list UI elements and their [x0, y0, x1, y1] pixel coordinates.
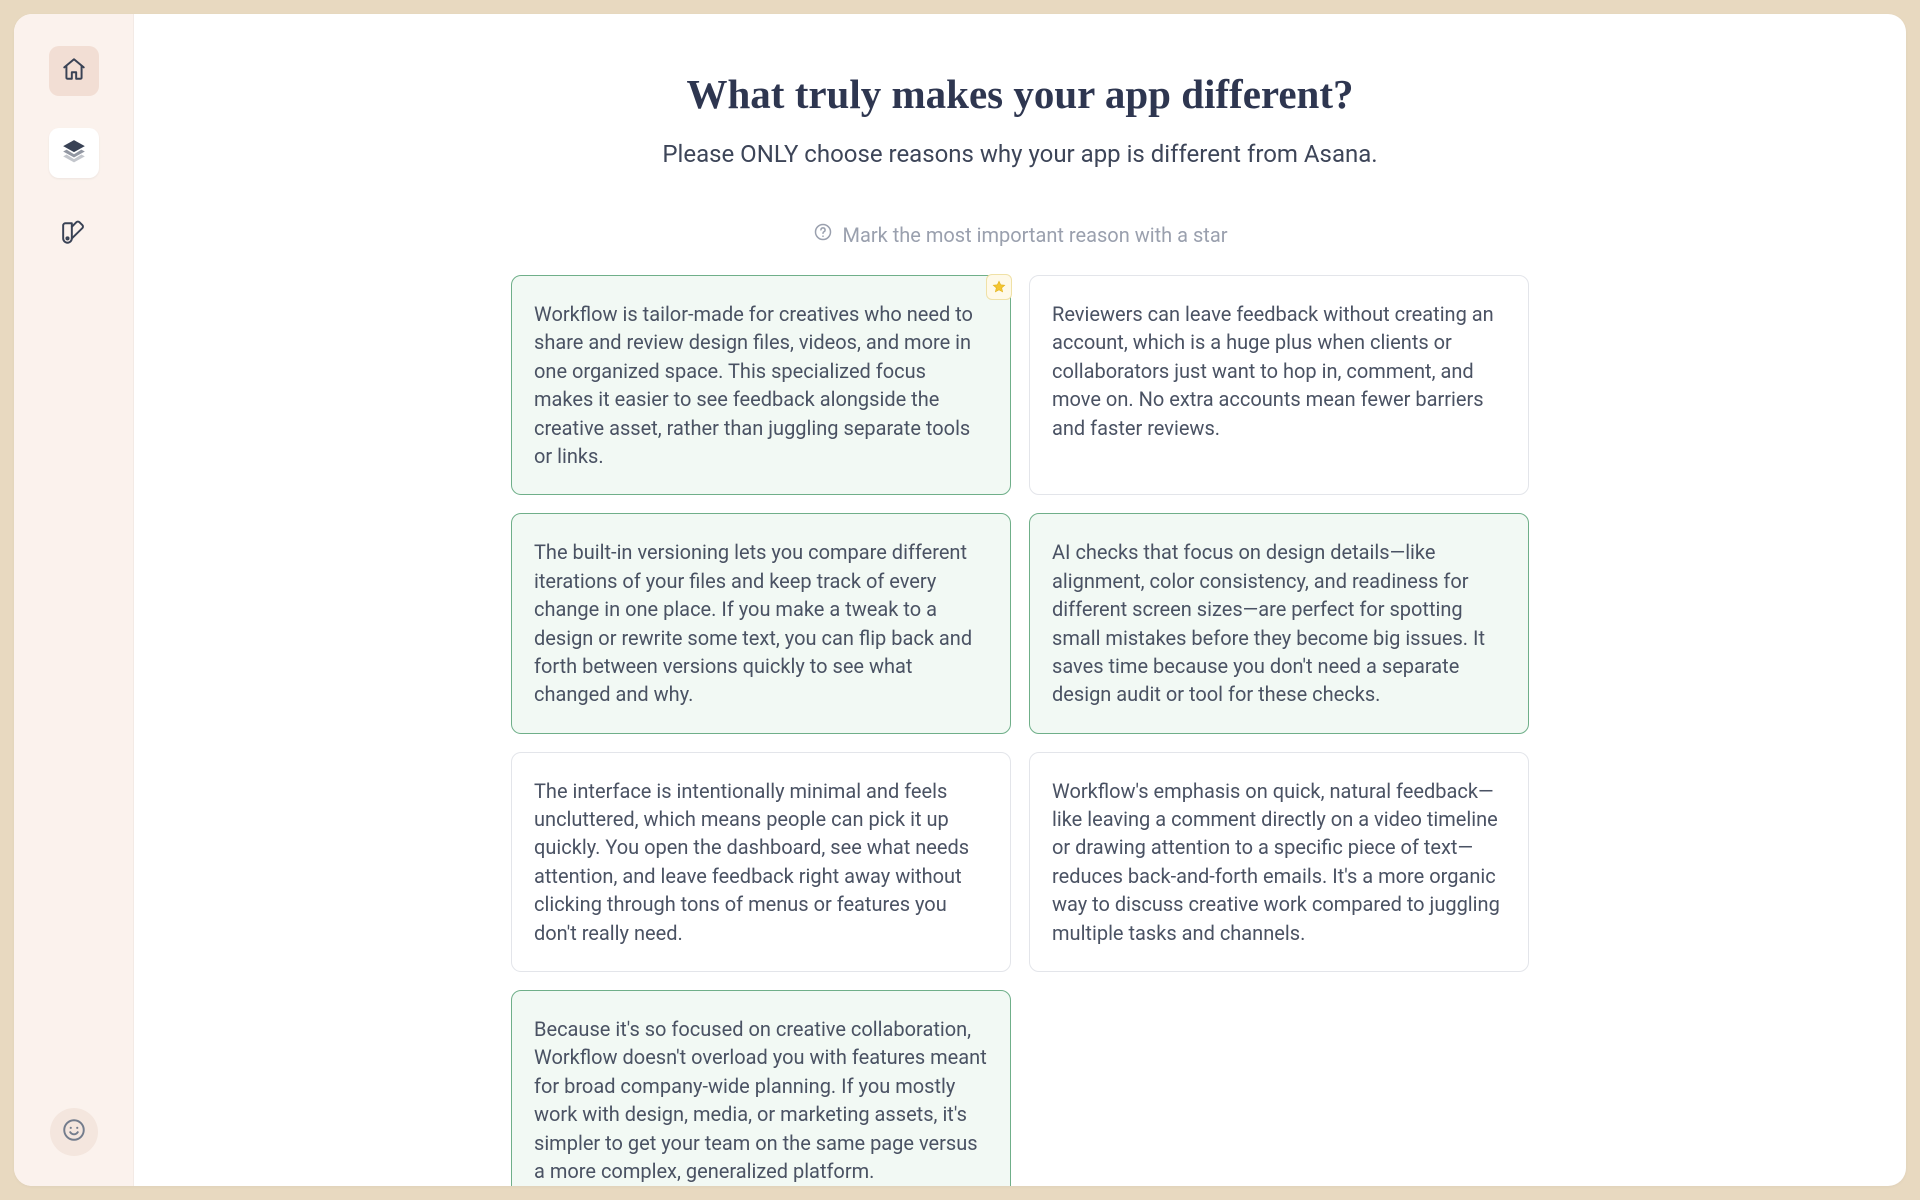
- sidebar-item-swatch[interactable]: [49, 210, 99, 260]
- main-content: What truly makes your app different? Ple…: [134, 14, 1906, 1186]
- option-text: Workflow is tailor-made for creatives wh…: [534, 302, 973, 468]
- options-grid: Workflow is tailor-made for creatives wh…: [511, 275, 1529, 1186]
- page-title: What truly makes your app different?: [686, 70, 1353, 118]
- swatch-icon: [61, 220, 87, 250]
- option-card[interactable]: Workflow is tailor-made for creatives wh…: [511, 275, 1011, 495]
- sidebar: [14, 14, 134, 1186]
- star-badge[interactable]: [986, 274, 1012, 300]
- sidebar-item-layers[interactable]: [49, 128, 99, 178]
- option-text: AI checks that focus on design details—l…: [1052, 540, 1485, 706]
- option-card[interactable]: Because it's so focused on creative coll…: [511, 990, 1011, 1186]
- option-card[interactable]: Reviewers can leave feedback without cre…: [1029, 275, 1529, 495]
- option-card[interactable]: The built-in versioning lets you compare…: [511, 513, 1011, 733]
- option-card[interactable]: AI checks that focus on design details—l…: [1029, 513, 1529, 733]
- option-text: Reviewers can leave feedback without cre…: [1052, 302, 1494, 440]
- sidebar-item-home[interactable]: [49, 46, 99, 96]
- option-card[interactable]: Workflow's emphasis on quick, natural fe…: [1029, 752, 1529, 972]
- help-icon: [813, 222, 833, 247]
- star-icon: [992, 280, 1006, 294]
- smiley-icon: [61, 1117, 87, 1147]
- option-card[interactable]: The interface is intentionally minimal a…: [511, 752, 1011, 972]
- page-subtitle: Please ONLY choose reasons why your app …: [662, 140, 1377, 168]
- hint-row: Mark the most important reason with a st…: [813, 222, 1228, 247]
- option-text: The interface is intentionally minimal a…: [534, 779, 969, 945]
- option-text: Workflow's emphasis on quick, natural fe…: [1052, 779, 1500, 945]
- layers-icon: [61, 138, 87, 168]
- home-icon: [61, 56, 87, 86]
- option-text: Because it's so focused on creative coll…: [534, 1017, 987, 1183]
- hint-text: Mark the most important reason with a st…: [843, 223, 1228, 247]
- option-text: The built-in versioning lets you compare…: [534, 540, 972, 706]
- app-shell: What truly makes your app different? Ple…: [14, 14, 1906, 1186]
- feedback-button[interactable]: [50, 1108, 98, 1156]
